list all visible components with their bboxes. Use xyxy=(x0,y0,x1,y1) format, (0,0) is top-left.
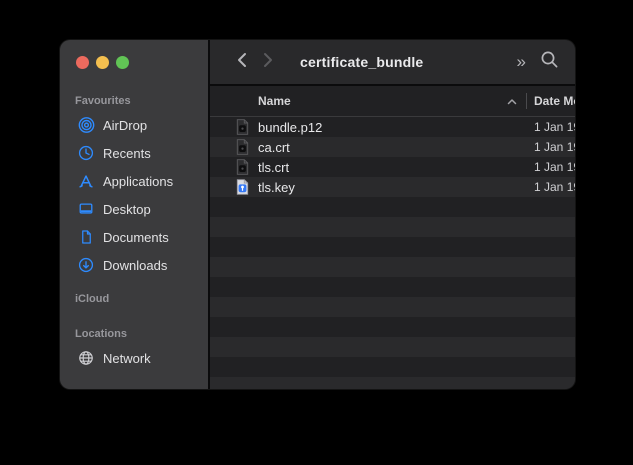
sidebar-item-downloads[interactable]: Downloads xyxy=(66,251,202,279)
document-icon xyxy=(76,228,96,246)
sidebar-item-label: AirDrop xyxy=(103,118,147,133)
finder-window: Favourites AirDrop Recents xyxy=(60,40,575,389)
file-row-tls-crt[interactable]: tls.crt 1 Jan 19 xyxy=(210,157,575,177)
globe-icon xyxy=(76,349,96,367)
sidebar-section-icloud: iCloud xyxy=(75,293,208,305)
file-list: bundle.p12 1 Jan 19 ca.crt 1 Jan 19 xyxy=(210,117,575,389)
forward-button[interactable] xyxy=(263,52,274,73)
download-circle-icon xyxy=(76,256,96,274)
sidebar-item-recents[interactable]: Recents xyxy=(66,139,202,167)
sidebar-item-label: Recents xyxy=(103,146,151,161)
minimize-button[interactable] xyxy=(96,56,109,69)
file-date: 1 Jan 19 xyxy=(534,140,575,154)
toolbar-overflow-icon[interactable]: » xyxy=(517,53,526,72)
toolbar: certificate_bundle » xyxy=(210,40,575,86)
certificate-file-icon xyxy=(236,159,249,175)
file-name: ca.crt xyxy=(258,140,290,155)
search-icon[interactable] xyxy=(540,50,559,74)
certificate-file-icon xyxy=(236,139,249,155)
sidebar-section-favourites: Favourites xyxy=(75,95,208,107)
file-row-tls-key[interactable]: tls.key 1 Jan 19 xyxy=(210,177,575,197)
window-title: certificate_bundle xyxy=(300,54,423,70)
sidebar-section-locations: Locations xyxy=(75,328,208,340)
sidebar-item-label: Network xyxy=(103,351,151,366)
file-name: tls.key xyxy=(258,180,295,195)
sidebar-item-label: Documents xyxy=(103,230,169,245)
clock-icon xyxy=(76,144,96,162)
traffic-lights xyxy=(76,56,208,69)
airdrop-icon xyxy=(76,116,96,134)
nav-buttons xyxy=(236,52,274,73)
column-header-date[interactable]: Date Mo xyxy=(534,94,575,108)
sidebar-item-network[interactable]: Network xyxy=(66,344,202,372)
column-divider[interactable] xyxy=(526,93,527,109)
desktop-icon xyxy=(76,200,96,218)
file-date: 1 Jan 19 xyxy=(534,160,575,174)
sidebar-item-label: Applications xyxy=(103,174,173,189)
applications-a-icon xyxy=(76,172,96,190)
back-button[interactable] xyxy=(236,52,247,73)
toolbar-right: » xyxy=(517,40,559,84)
file-name: bundle.p12 xyxy=(258,120,322,135)
sidebar: Favourites AirDrop Recents xyxy=(60,40,210,389)
main-pane: certificate_bundle » Name Date Mo xyxy=(210,40,575,389)
sidebar-item-documents[interactable]: Documents xyxy=(66,223,202,251)
zoom-button[interactable] xyxy=(116,56,129,69)
sidebar-item-desktop[interactable]: Desktop xyxy=(66,195,202,223)
file-date: 1 Jan 19 xyxy=(534,120,575,134)
list-header: Name Date Mo xyxy=(210,86,575,117)
sidebar-item-label: Desktop xyxy=(103,202,151,217)
key-file-icon xyxy=(236,179,249,195)
sidebar-item-applications[interactable]: Applications xyxy=(66,167,202,195)
certificate-file-icon xyxy=(236,119,249,135)
column-header-name[interactable]: Name xyxy=(258,94,291,108)
file-name: tls.crt xyxy=(258,160,289,175)
close-button[interactable] xyxy=(76,56,89,69)
file-row-bundle-p12[interactable]: bundle.p12 1 Jan 19 xyxy=(210,117,575,137)
file-date: 1 Jan 19 xyxy=(534,180,575,194)
sidebar-item-label: Downloads xyxy=(103,258,167,273)
file-row-ca-crt[interactable]: ca.crt 1 Jan 19 xyxy=(210,137,575,157)
sort-ascending-icon xyxy=(507,92,517,110)
sidebar-item-airdrop[interactable]: AirDrop xyxy=(66,111,202,139)
